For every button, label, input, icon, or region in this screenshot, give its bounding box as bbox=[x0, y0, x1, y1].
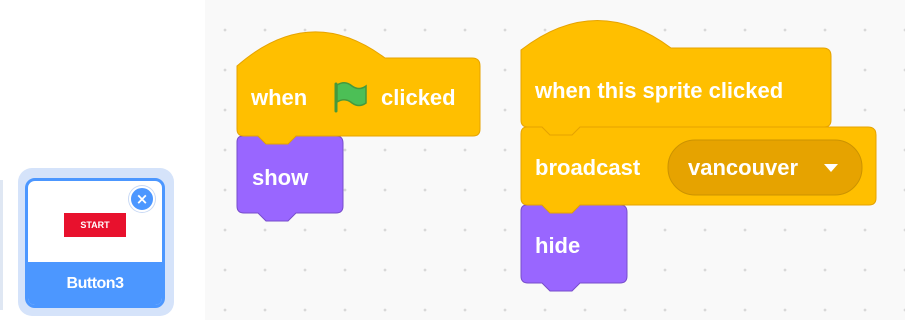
delete-sprite-button[interactable]: × bbox=[129, 186, 155, 212]
script-sprite-clicked: hide broadcast vancouver when this sprit… bbox=[520, 20, 877, 292]
script-flag: show when clicked bbox=[236, 31, 481, 222]
code-workspace[interactable]: show when clicked hide broadcast vancouv… bbox=[205, 0, 905, 320]
sprite-pane: START Button3 × bbox=[0, 0, 200, 320]
clicked-label: clicked bbox=[381, 85, 456, 110]
broadcast-message-value: vancouver bbox=[688, 155, 798, 180]
scripts-canvas: show when clicked hide broadcast vancouv… bbox=[236, 20, 877, 292]
close-icon: × bbox=[135, 189, 149, 208]
start-button-thumbnail: START bbox=[64, 213, 126, 237]
broadcast-label: broadcast bbox=[535, 155, 641, 180]
sprite-name-label: Button3 bbox=[28, 262, 162, 305]
show-block-label: show bbox=[252, 165, 309, 190]
hide-block-label: hide bbox=[535, 233, 580, 258]
pane-divider bbox=[0, 180, 3, 310]
when-this-sprite-clicked-label: when this sprite clicked bbox=[534, 78, 783, 103]
broadcast-message-dropdown[interactable]: vancouver bbox=[667, 139, 863, 196]
when-label: when bbox=[250, 85, 307, 110]
